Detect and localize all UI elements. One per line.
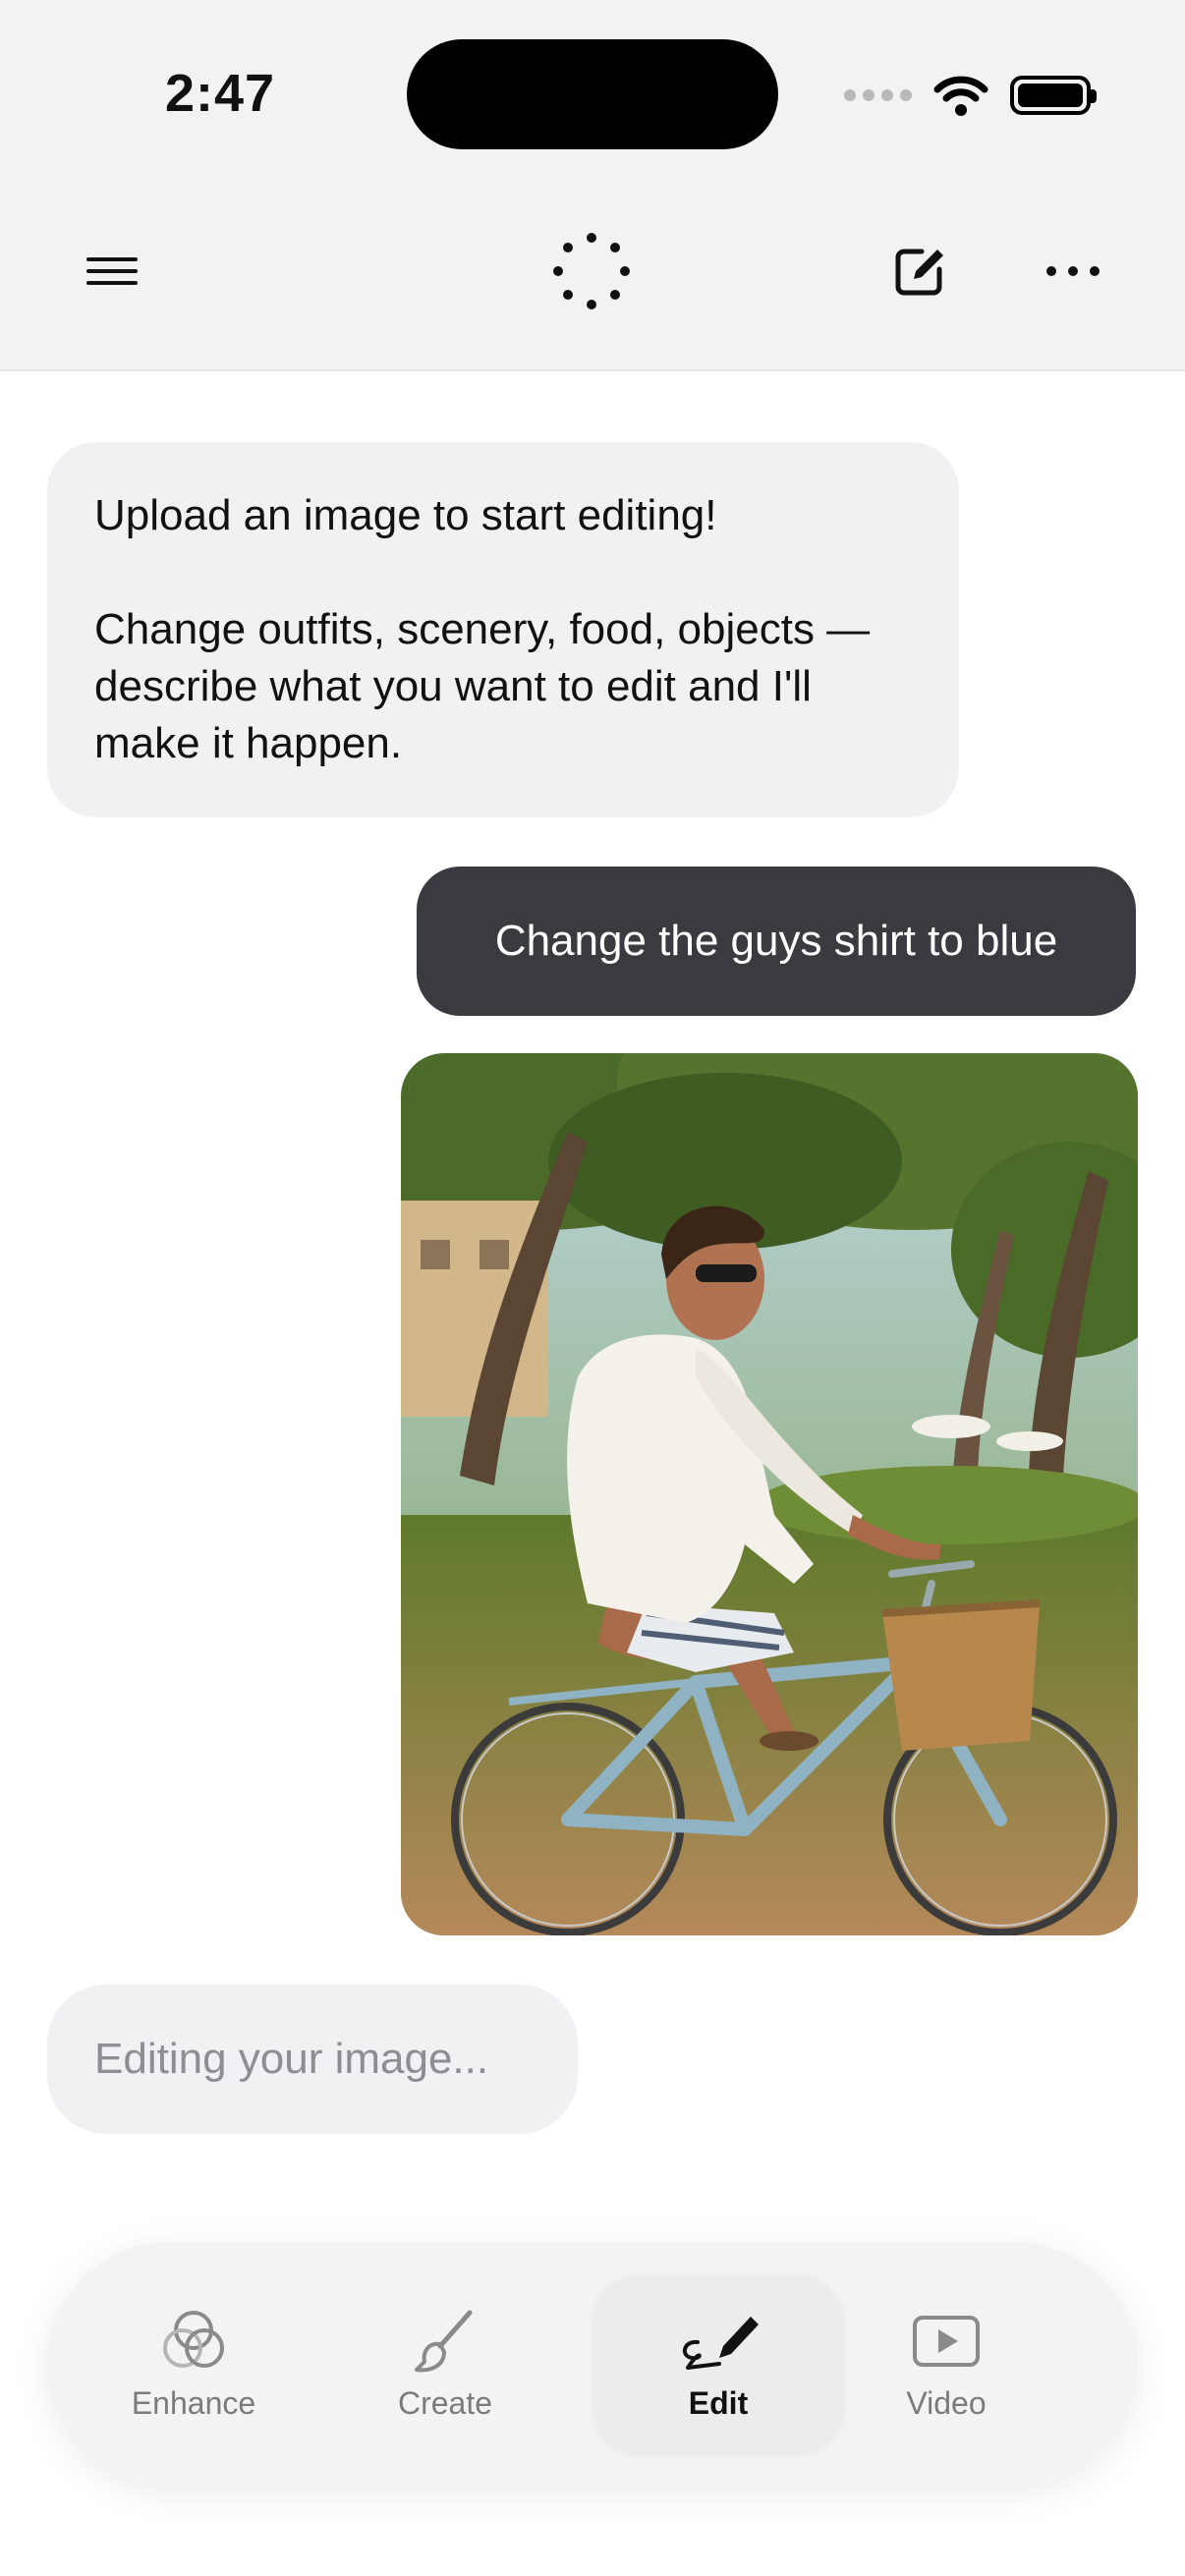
- play-video-icon: [913, 2315, 980, 2367]
- tab-create-label: Create: [397, 2384, 493, 2421]
- more-options-button[interactable]: [1034, 232, 1112, 310]
- user-message-text: Change the guys shirt to blue: [494, 917, 1058, 965]
- assistant-message: Upload an image to start editing! Change…: [47, 442, 959, 817]
- paintbrush-icon: [415, 2310, 473, 2372]
- tab-edit-label: Edit: [688, 2384, 749, 2421]
- cellular-signal-icon: [844, 89, 912, 101]
- overlapping-circles-icon: [163, 2310, 224, 2368]
- status-indicators: [844, 71, 1097, 120]
- tab-create[interactable]: Create: [322, 2277, 568, 2450]
- new-chat-button[interactable]: [880, 232, 959, 310]
- tab-enhance-label: Enhance: [131, 2384, 256, 2421]
- man-on-bicycle-photo: [401, 1053, 1138, 1935]
- assistant-message-body: Change outfits, scenery, food, objects —…: [94, 605, 871, 767]
- uploaded-image[interactable]: [401, 1053, 1138, 1935]
- tab-video-label: Video: [906, 2384, 987, 2421]
- status-time: 2:47: [165, 64, 276, 123]
- tab-edit[interactable]: Edit: [593, 2275, 843, 2452]
- compose-icon: [895, 249, 943, 296]
- menu-button[interactable]: [73, 232, 151, 310]
- tab-video[interactable]: Video: [823, 2277, 1069, 2450]
- bottom-tab-bar: Enhance Create Edit Video: [47, 2242, 1138, 2488]
- wifi-icon: [933, 74, 988, 117]
- assistant-message-intro: Upload an image to start editing!: [94, 491, 717, 539]
- app-screen: 2:47 Upload an image to start editing! C…: [0, 0, 1185, 2576]
- user-message: Change the guys shirt to blue: [417, 867, 1136, 1016]
- editing-status-message: Editing your image...: [47, 1985, 578, 2134]
- dynamic-island: [407, 39, 778, 149]
- ellipsis-icon: [1046, 266, 1100, 276]
- editing-status-text: Editing your image...: [94, 2035, 489, 2083]
- tab-enhance[interactable]: Enhance: [71, 2277, 316, 2450]
- top-bar: 2:47: [0, 0, 1185, 371]
- hamburger-icon: [86, 257, 138, 285]
- dotted-spinner-icon: [553, 233, 630, 309]
- pencil-scribble-icon: [682, 2316, 759, 2370]
- loading-indicator: [552, 232, 631, 310]
- battery-icon: [1010, 76, 1097, 115]
